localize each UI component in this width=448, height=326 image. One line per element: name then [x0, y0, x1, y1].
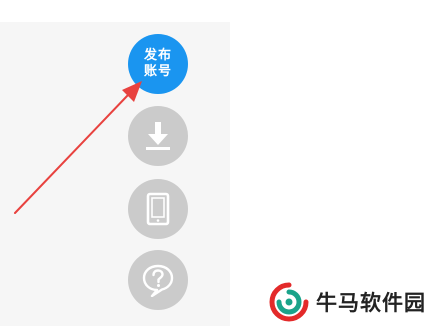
publish-button-line1: 发布 [143, 48, 172, 63]
side-panel [0, 22, 230, 326]
help-bubble-icon [142, 264, 174, 297]
watermark-logo-icon [269, 282, 309, 322]
screenshot-stage: 发布 账号 牛马软件园 [0, 0, 448, 326]
publish-button-line2: 账号 [143, 64, 172, 79]
mobile-app-button[interactable] [128, 179, 188, 239]
tablet-icon [146, 192, 170, 226]
watermark-text: 牛马软件园 [316, 291, 426, 315]
publish-account-button[interactable]: 发布 账号 [128, 34, 188, 94]
help-button[interactable] [128, 250, 188, 310]
download-button[interactable] [128, 106, 188, 166]
watermark: 牛马软件园 [268, 281, 446, 323]
download-icon [146, 122, 170, 150]
